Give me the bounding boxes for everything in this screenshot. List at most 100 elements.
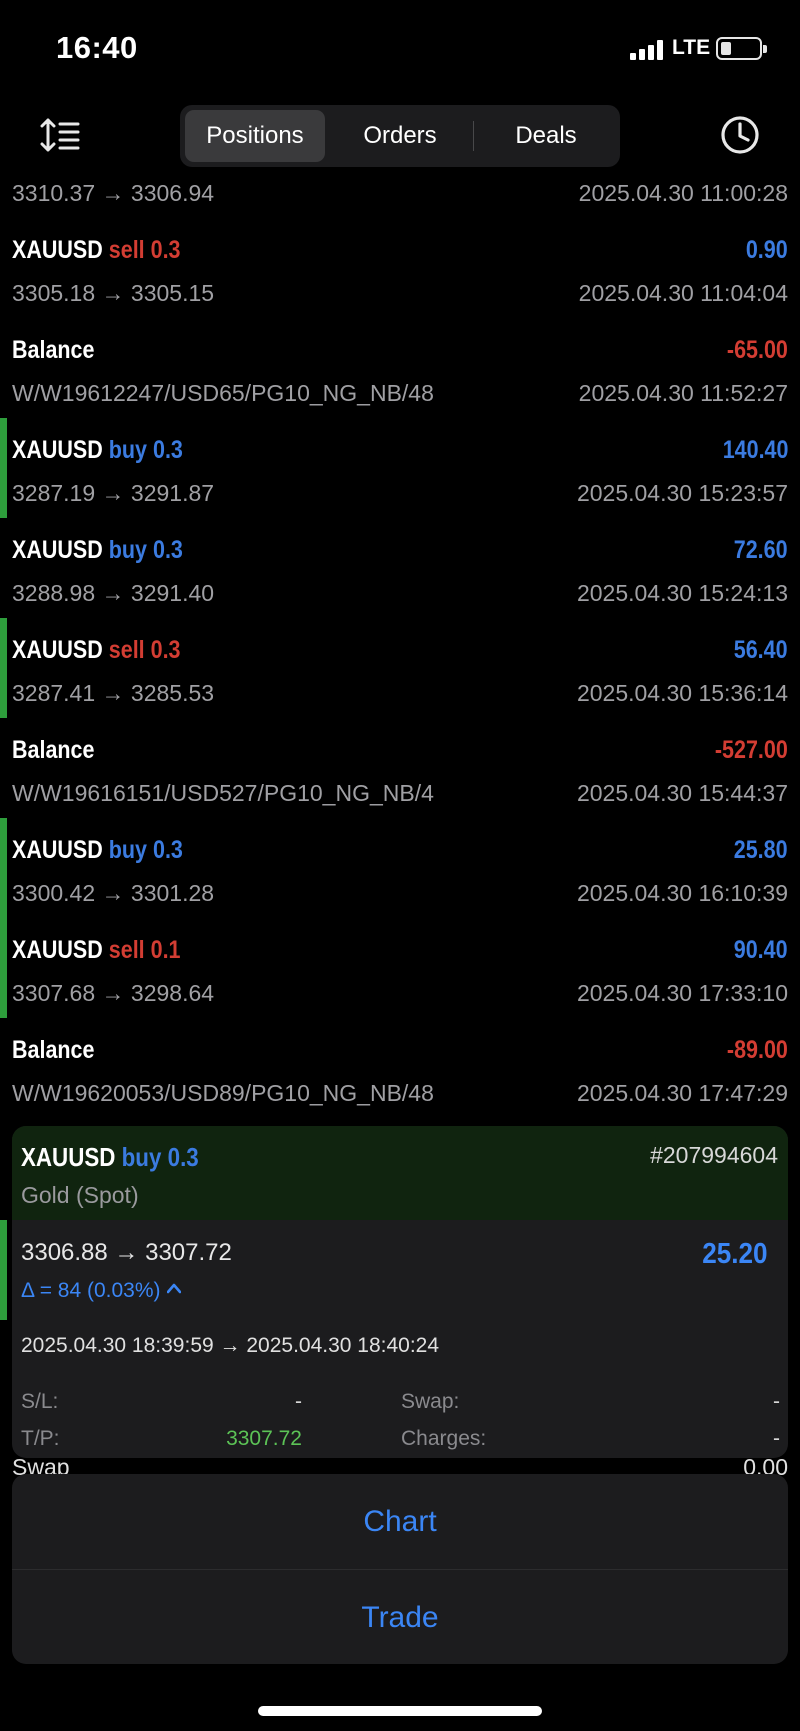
deal-detail-title: XAUUSD buy 0.3 xyxy=(21,1142,199,1173)
deal-row[interactable]: 3310.37 → 3306.94 2025.04.30 11:00:28 xyxy=(0,168,800,218)
balance-label: Balance xyxy=(12,736,95,764)
deal-symbol: XAUUSD xyxy=(12,536,103,564)
deal-profit: 140.40 xyxy=(722,436,788,464)
deal-volume: 0.3 xyxy=(152,836,183,864)
deal-title: XAUUSD buy 0.3 xyxy=(12,436,183,465)
deal-prices: 3287.19 → 3291.87 xyxy=(12,480,215,506)
deal-accent-bar xyxy=(0,918,7,1018)
cellular-signal-icon xyxy=(630,40,664,60)
deal-title: XAUUSD sell 0.3 xyxy=(12,236,181,265)
deal-time: 2025.04.30 17:33:10 xyxy=(576,980,788,1006)
deal-time: 2025.04.30 16:10:39 xyxy=(576,880,788,906)
tab-deals[interactable]: Deals xyxy=(476,110,616,162)
swap-label: Swap: xyxy=(401,1390,460,1413)
battery-icon xyxy=(716,37,767,60)
deal-profit: -527.00 xyxy=(715,736,788,764)
deal-row[interactable]: XAUUSD buy 0.3 140.40 3287.19 → 3291.87 … xyxy=(0,418,800,518)
deal-prices: 3287.41 → 3285.53 xyxy=(12,680,215,706)
deal-time: 2025.04.30 11:52:27 xyxy=(578,380,788,406)
network-type: LTE xyxy=(672,36,711,59)
tp-value: 3307.72 xyxy=(226,1427,302,1450)
deal-detail-card: XAUUSD buy 0.3 #207994604 Gold (Spot) 33… xyxy=(12,1126,788,1458)
home-indicator[interactable] xyxy=(258,1706,542,1716)
balance-label: Balance xyxy=(12,336,95,364)
deal-side: sell xyxy=(108,636,145,664)
deal-profit: 90.40 xyxy=(734,936,788,964)
deal-time: 2025.04.30 15:44:37 xyxy=(576,780,788,806)
balance-comment: W/W19612247/USD65/PG10_NG_NB/48 xyxy=(12,380,434,406)
deal-profit: -65.00 xyxy=(727,336,788,364)
detail-description: Gold (Spot) xyxy=(21,1182,139,1208)
deal-time: 2025.04.30 15:23:57 xyxy=(576,480,788,506)
balance-comment: W/W19620053/USD89/PG10_NG_NB/48 xyxy=(12,1080,434,1106)
deal-title: XAUUSD sell 0.1 xyxy=(12,936,181,965)
detail-symbol: XAUUSD xyxy=(21,1142,116,1172)
balance-comment: W/W19616151/USD527/PG10_NG_NB/4 xyxy=(12,780,434,806)
tab-divider xyxy=(473,121,474,151)
deal-time: 2025.04.30 11:04:04 xyxy=(578,280,788,306)
deal-row[interactable]: XAUUSD sell 0.1 90.40 3307.68 → 3298.64 … xyxy=(0,918,800,1018)
detail-prices: 3306.88 → 3307.72 xyxy=(21,1239,232,1266)
deal-accent-bar xyxy=(0,818,7,918)
deal-time: 2025.04.30 15:36:14 xyxy=(576,680,788,706)
chevron-up-icon xyxy=(166,1283,181,1294)
deal-profit: 72.60 xyxy=(734,536,788,564)
deal-side: sell xyxy=(108,236,145,264)
deal-row[interactable]: XAUUSD buy 0.3 72.60 3288.98 → 3291.40 2… xyxy=(0,518,800,618)
chart-button[interactable]: Chart xyxy=(12,1474,788,1569)
detail-volume: 0.3 xyxy=(167,1142,199,1172)
detail-times: 2025.04.30 18:39:59 → 2025.04.30 18:40:2… xyxy=(21,1334,440,1357)
deal-prices: 3307.68 → 3298.64 xyxy=(12,980,215,1006)
deal-prices: 3310.37 → 3306.94 xyxy=(12,180,215,206)
sort-icon[interactable] xyxy=(40,118,80,152)
balance-label: Balance xyxy=(12,1036,95,1064)
deal-symbol: XAUUSD xyxy=(12,636,103,664)
deal-time: 2025.04.30 15:24:13 xyxy=(576,580,788,606)
deal-profit: 0.90 xyxy=(746,236,788,264)
deal-volume: 0.3 xyxy=(150,236,181,264)
detail-delta[interactable]: Δ = 84 (0.03%) xyxy=(21,1279,181,1303)
deal-accent-bar xyxy=(0,618,7,718)
deals-list: 3310.37 → 3306.94 2025.04.30 11:00:28 XA… xyxy=(0,168,800,1128)
charges-value: - xyxy=(773,1427,780,1450)
balance-row[interactable]: Balance -65.00 W/W19612247/USD65/PG10_NG… xyxy=(0,318,800,418)
sl-label: S/L: xyxy=(21,1390,59,1413)
deal-time: 2025.04.30 17:47:29 xyxy=(576,1080,788,1106)
detail-delta-text: Δ = 84 (0.03%) xyxy=(21,1279,161,1302)
tab-positions[interactable]: Positions xyxy=(185,110,325,162)
deal-accent-bar xyxy=(0,1220,7,1320)
deal-volume: 0.3 xyxy=(150,636,181,664)
sl-value: - xyxy=(295,1390,302,1413)
deal-volume: 0.3 xyxy=(152,536,183,564)
tp-label: T/P: xyxy=(21,1427,60,1450)
balance-row[interactable]: Balance -89.00 W/W19620053/USD89/PG10_NG… xyxy=(0,1018,800,1118)
deal-title: XAUUSD buy 0.3 xyxy=(12,536,183,565)
deal-prices: 3300.42 → 3301.28 xyxy=(12,880,215,906)
deal-side: buy xyxy=(108,536,148,564)
deal-profit: -89.00 xyxy=(727,1036,788,1064)
deal-symbol: XAUUSD xyxy=(12,936,103,964)
clock-icon[interactable] xyxy=(720,115,760,155)
deal-accent-bar xyxy=(0,418,7,518)
deal-time: 2025.04.30 11:00:28 xyxy=(578,180,788,206)
deal-row[interactable]: XAUUSD sell 0.3 0.90 3305.18 → 3305.15 2… xyxy=(0,218,800,318)
deal-prices: 3305.18 → 3305.15 xyxy=(12,280,215,306)
balance-row[interactable]: Balance -527.00 W/W19616151/USD527/PG10_… xyxy=(0,718,800,818)
tab-orders[interactable]: Orders xyxy=(330,110,470,162)
trade-button[interactable]: Trade xyxy=(12,1570,788,1665)
deal-row[interactable]: XAUUSD sell 0.3 56.40 3287.41 → 3285.53 … xyxy=(0,618,800,718)
swap-value: - xyxy=(773,1390,780,1413)
deal-side: buy xyxy=(108,436,148,464)
status-time: 16:40 xyxy=(56,30,138,65)
deal-symbol: XAUUSD xyxy=(12,436,103,464)
detail-profit: 25.20 xyxy=(702,1238,768,1270)
status-bar: 16:40 LTE xyxy=(0,0,800,96)
deal-symbol: XAUUSD xyxy=(12,236,103,264)
detail-ticket: #207994604 xyxy=(650,1142,778,1168)
action-sheet: Chart Trade xyxy=(12,1474,788,1664)
detail-side: buy xyxy=(121,1142,162,1172)
deal-row[interactable]: XAUUSD buy 0.3 25.80 3300.42 → 3301.28 2… xyxy=(0,818,800,918)
deal-title: XAUUSD buy 0.3 xyxy=(12,836,183,865)
deal-volume: 0.1 xyxy=(150,936,181,964)
deal-profit: 56.40 xyxy=(734,636,788,664)
